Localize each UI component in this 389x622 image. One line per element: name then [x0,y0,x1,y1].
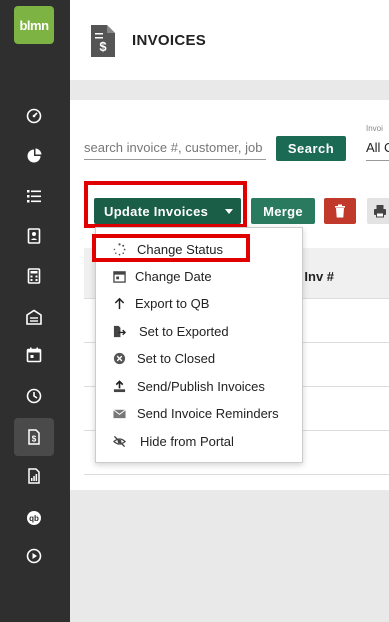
page-header: $ INVOICES [70,0,389,80]
svg-text:$: $ [99,39,107,54]
trash-icon [335,204,345,218]
highlight-box-update [84,181,247,228]
menu-item-send-publish-invoices[interactable]: Send/Publish Invoices [96,373,302,399]
highlight-box-change-status [92,234,250,262]
invoice-icon[interactable]: $ [14,418,54,456]
search-button[interactable]: Search [276,136,346,161]
filter-underline [366,160,389,161]
upload-icon [112,379,126,393]
menu-item-export-to-qb[interactable]: Export to QB [96,290,302,316]
warehouse-icon[interactable] [21,304,47,330]
row-divider [84,474,389,475]
calendar-icon[interactable] [21,342,47,368]
delete-button[interactable] [324,198,356,224]
menu-item-set-to-closed[interactable]: Set to Closed [96,345,302,371]
menu-item-label: Set to Exported [139,323,229,339]
export-file-icon [112,324,126,338]
menu-item-label: Export to QB [135,295,210,311]
filter-label: Invoi [366,124,383,133]
svg-text:qb: qb [29,514,39,523]
filter-select[interactable]: All C [366,140,389,155]
arrow-up-icon [112,296,126,310]
menu-item-set-to-exported[interactable]: Set to Exported [96,318,302,344]
clock-icon[interactable] [21,383,47,409]
search-input[interactable] [84,138,266,160]
menu-item-send-invoice-reminders[interactable]: Send Invoice Reminders [96,400,302,426]
dashboard-icon[interactable] [21,103,47,129]
svg-text:$: $ [32,435,37,444]
eye-slash-icon [112,434,126,448]
menu-item-change-date[interactable]: Change Date [96,263,302,289]
update-invoices-menu: Change Status Change Date Export to QB S… [95,227,303,463]
printer-icon [374,205,386,218]
contact-card-icon[interactable] [21,223,47,249]
invoice-document-icon: $ [90,24,116,58]
calendar-icon [112,269,126,283]
close-circle-icon [112,351,126,365]
menu-item-hide-from-portal[interactable]: Hide from Portal [96,428,302,454]
play-circle-icon[interactable] [21,543,47,569]
menu-item-label: Send/Publish Invoices [137,378,265,394]
menu-item-label: Set to Closed [137,350,216,366]
pie-chart-icon[interactable] [21,143,47,169]
print-button[interactable] [367,198,389,224]
sidebar: blmn $ qb [0,0,70,622]
menu-item-label: Hide from Portal [140,433,234,449]
envelope-icon [112,406,126,420]
app-logo[interactable]: blmn [14,6,54,44]
report-icon[interactable] [21,463,47,489]
menu-item-label: Send Invoice Reminders [137,405,279,421]
list-icon[interactable] [21,183,47,209]
merge-button[interactable]: Merge [251,198,315,224]
menu-item-label: Change Date [135,268,212,284]
calculator-icon[interactable] [21,263,47,289]
page-title: INVOICES [132,32,207,49]
quickbooks-icon[interactable]: qb [21,505,47,531]
